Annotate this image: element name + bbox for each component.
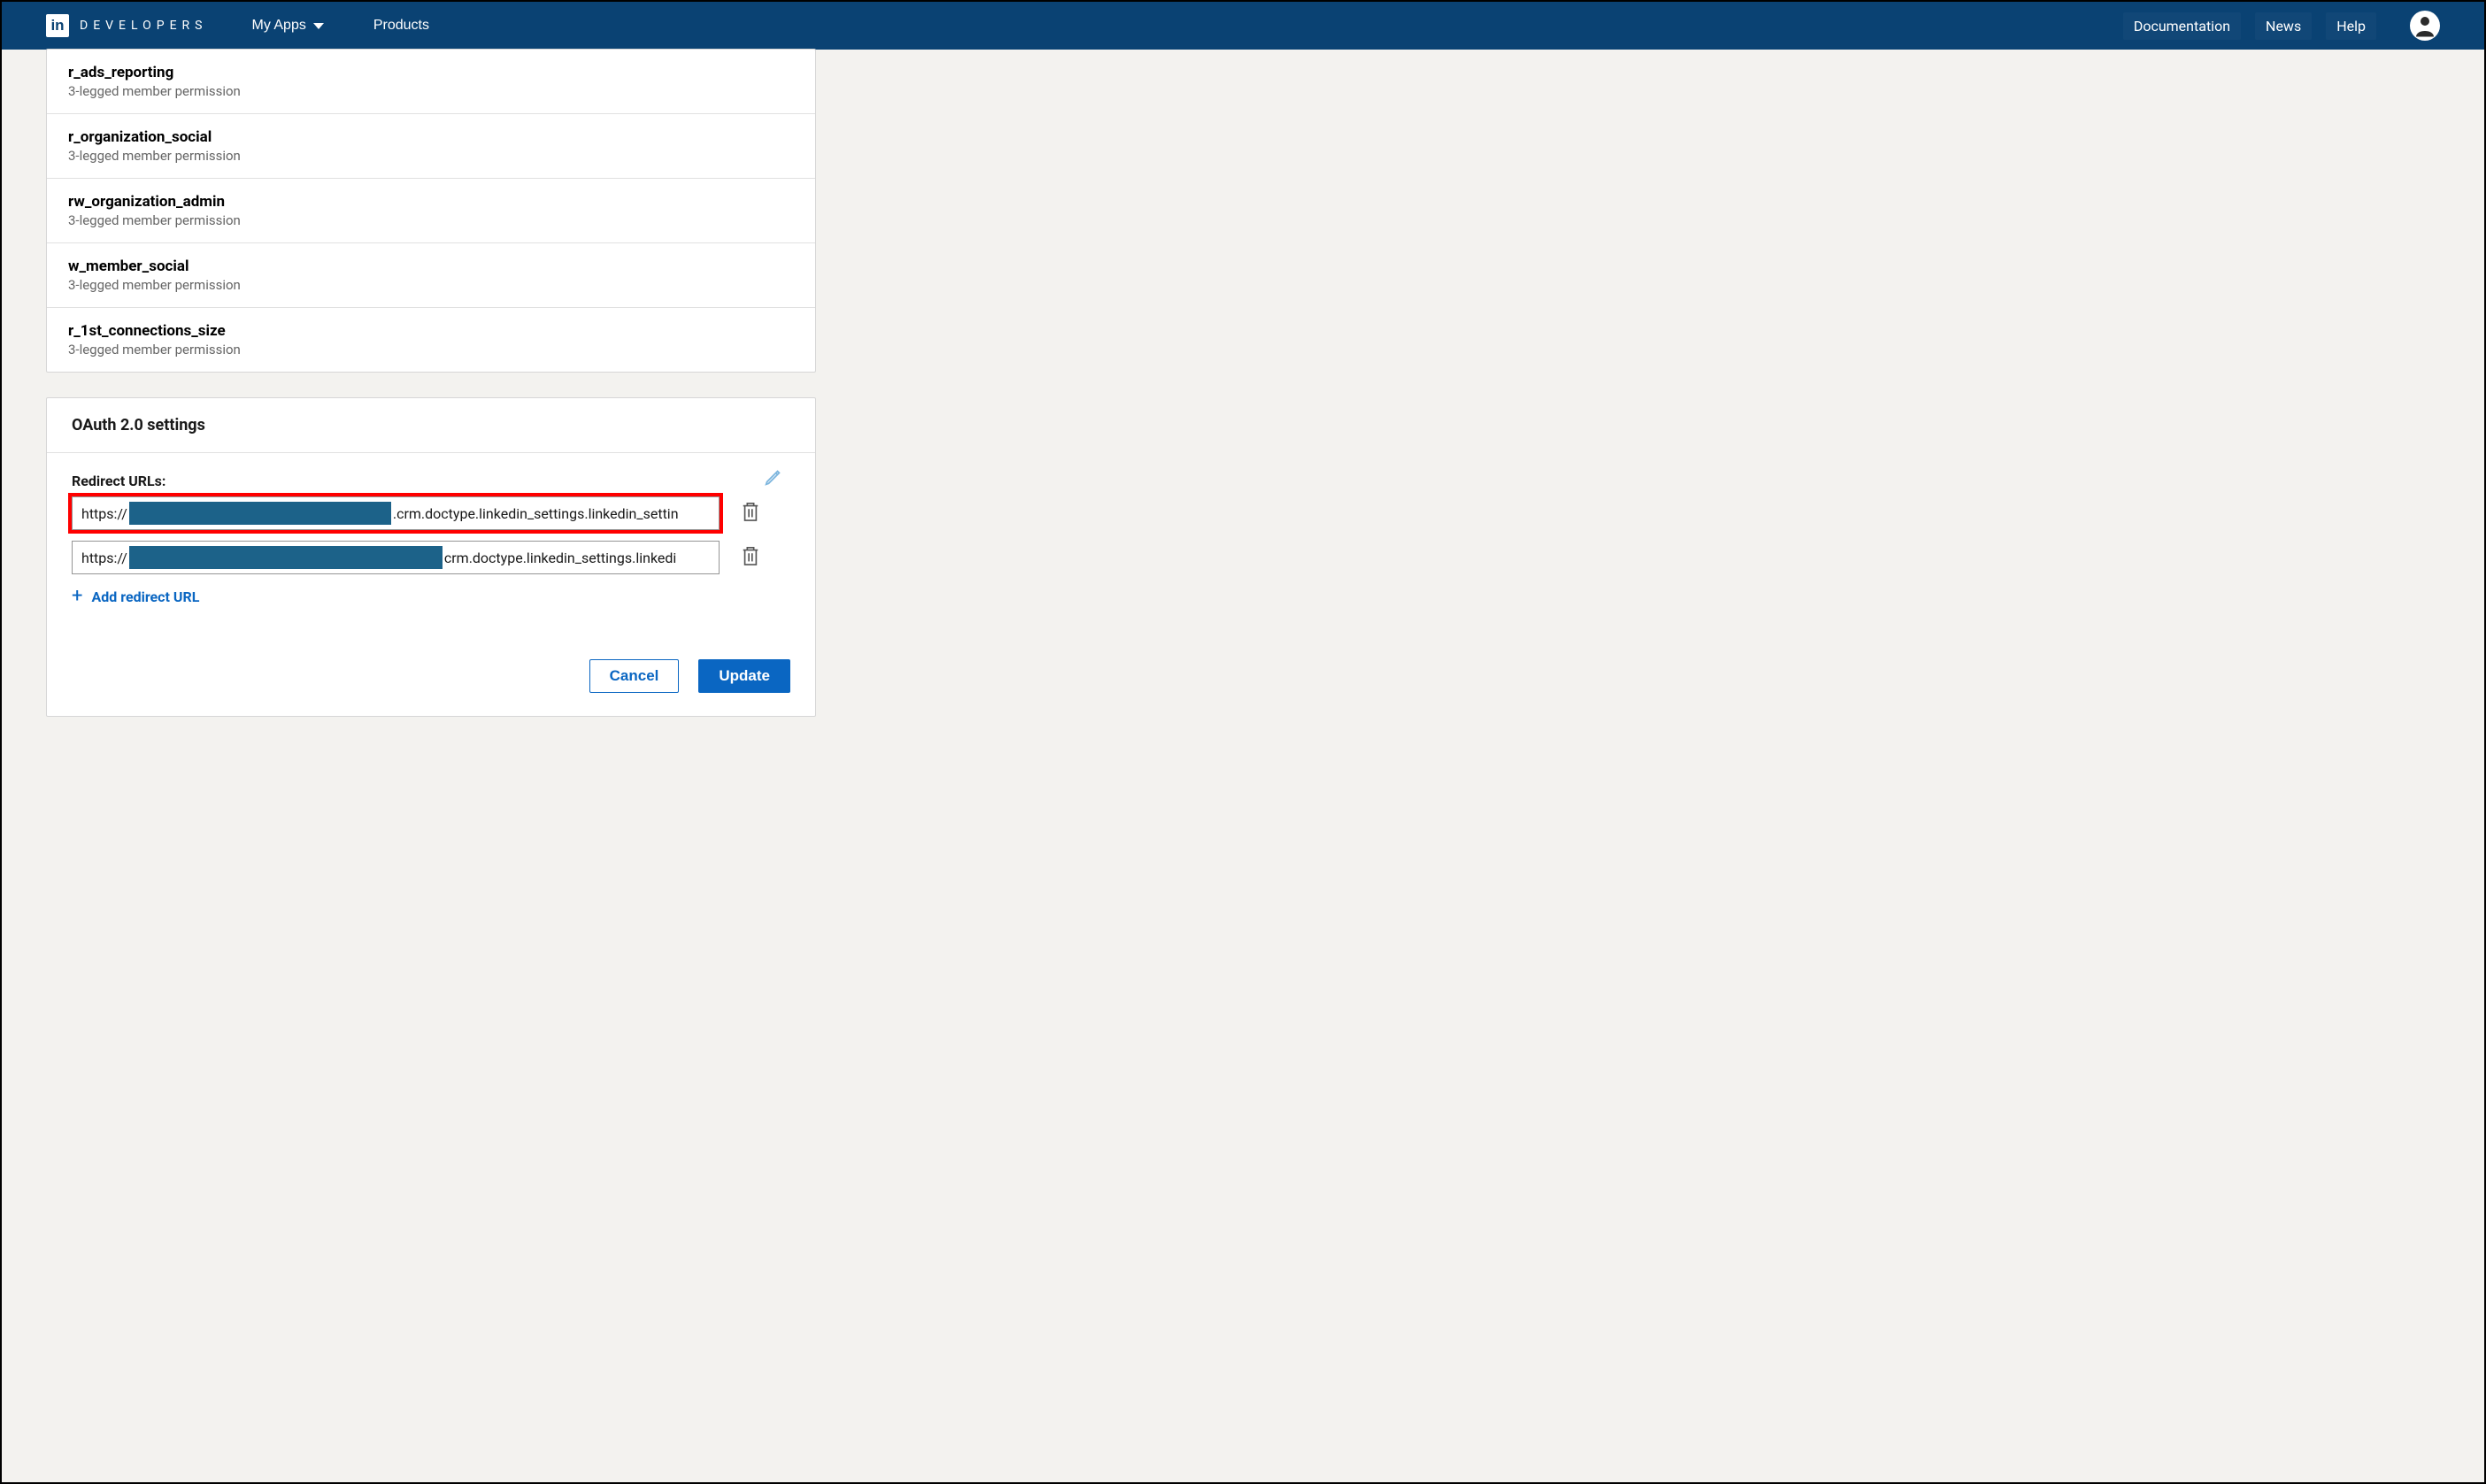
permission-desc: 3-legged member permission (68, 342, 794, 358)
documentation-link[interactable]: Documentation (2123, 12, 2241, 40)
trash-icon (741, 500, 760, 523)
edit-button[interactable] (764, 467, 783, 490)
cancel-button[interactable]: Cancel (589, 659, 680, 693)
my-apps-dropdown[interactable]: My Apps (244, 12, 330, 39)
redacted-block (129, 546, 443, 569)
permission-row: r_organization_social 3-legged member pe… (47, 114, 815, 179)
avatar[interactable] (2410, 11, 2440, 41)
permission-row: r_ads_reporting 3-legged member permissi… (47, 50, 815, 114)
help-link[interactable]: Help (2326, 12, 2376, 40)
delete-url-button[interactable] (741, 544, 760, 571)
my-apps-label: My Apps (251, 18, 305, 34)
nav-left: My Apps Products (244, 12, 436, 39)
pencil-icon (764, 467, 783, 487)
logo[interactable]: in DEVELOPERS (46, 14, 207, 37)
linkedin-logo-icon: in (46, 14, 69, 37)
permission-name: r_organization_social (68, 128, 794, 146)
page-content: r_ads_reporting 3-legged member permissi… (2, 49, 2484, 743)
avatar-icon (2412, 12, 2438, 39)
permission-row: w_member_social 3-legged member permissi… (47, 243, 815, 308)
permission-desc: 3-legged member permission (68, 148, 794, 164)
url-suffix: crm.doctype.linkedin_settings.linkedi (444, 550, 676, 566)
redirect-urls-label: Redirect URLs: (72, 473, 790, 489)
add-redirect-url-label: Add redirect URL (91, 588, 199, 605)
add-redirect-url-button[interactable]: + Add redirect URL (72, 587, 790, 606)
caret-down-icon (313, 23, 324, 29)
url-prefix: https:// (81, 550, 127, 566)
redacted-block (129, 502, 391, 525)
plus-icon: + (72, 587, 82, 606)
products-label: Products (373, 18, 429, 34)
update-button[interactable]: Update (698, 659, 790, 693)
permissions-card: r_ads_reporting 3-legged member permissi… (46, 49, 816, 373)
permission-name: r_ads_reporting (68, 64, 794, 81)
delete-url-button[interactable] (741, 500, 760, 527)
nav-right: Documentation News Help (2123, 11, 2440, 41)
permission-desc: 3-legged member permission (68, 83, 794, 99)
permission-row: rw_organization_admin 3-legged member pe… (47, 179, 815, 243)
top-nav: in DEVELOPERS My Apps Products Documenta… (2, 2, 2484, 50)
oauth-button-row: Cancel Update (47, 642, 815, 693)
news-link[interactable]: News (2255, 12, 2312, 40)
redirect-url-input[interactable]: https:// crm.doctype.linkedin_settings.l… (72, 541, 720, 574)
url-suffix: .crm.doctype.linkedin_settings.linkedin_… (393, 505, 679, 522)
redirect-url-input[interactable]: https:// .crm.doctype.linkedin_settings.… (72, 496, 720, 530)
permission-name: rw_organization_admin (68, 193, 794, 211)
permission-name: w_member_social (68, 258, 794, 275)
trash-icon (741, 544, 760, 567)
oauth-body: Redirect URLs: https:// .crm.doctype.lin… (47, 453, 815, 606)
permission-desc: 3-legged member permission (68, 212, 794, 228)
permission-desc: 3-legged member permission (68, 277, 794, 293)
oauth-settings-card: OAuth 2.0 settings Redirect URLs: https:… (46, 397, 816, 717)
logo-text: DEVELOPERS (80, 19, 207, 33)
permission-name: r_1st_connections_size (68, 322, 794, 340)
url-prefix: https:// (81, 505, 127, 522)
redirect-url-row: https:// .crm.doctype.linkedin_settings.… (72, 496, 790, 530)
redirect-url-row: https:// crm.doctype.linkedin_settings.l… (72, 541, 790, 574)
products-link[interactable]: Products (366, 12, 436, 39)
oauth-title: OAuth 2.0 settings (47, 398, 815, 453)
permission-row: r_1st_connections_size 3-legged member p… (47, 308, 815, 372)
